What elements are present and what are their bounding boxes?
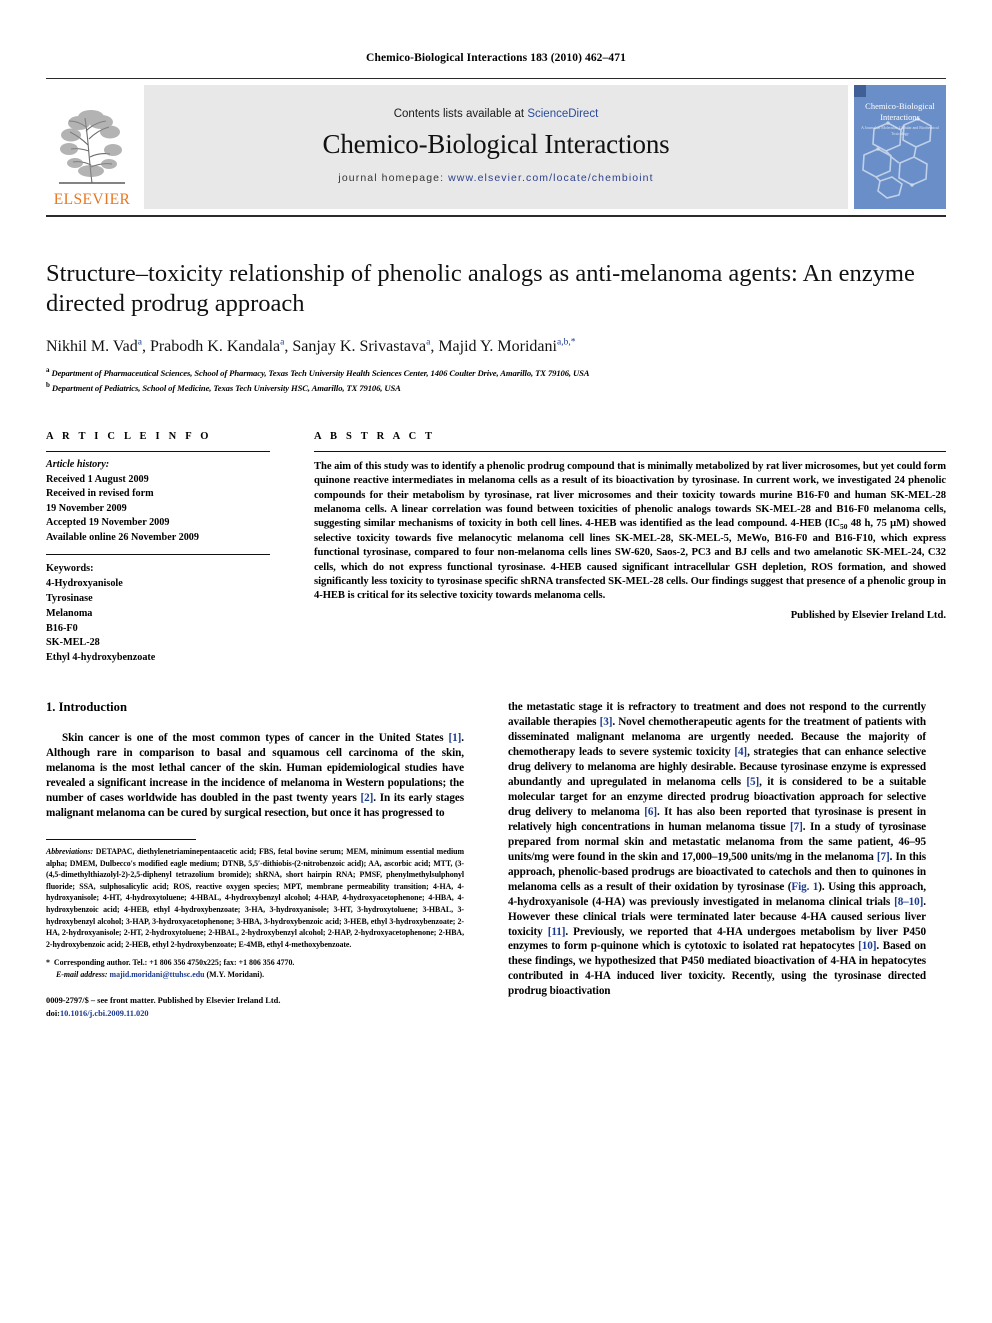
corr-asterisk: *: [46, 958, 50, 968]
footnote-rule: [46, 838, 196, 840]
body-region: 1. Introduction Skin cancer is one of th…: [46, 700, 946, 1020]
abbreviations-note: Abbreviations: DETAPAC, diethylenetriami…: [46, 846, 464, 950]
email-label: E-mail address:: [56, 970, 108, 980]
masthead-bottom-rule: [46, 215, 946, 217]
info-abstract-region: A R T I C L E I N F O Article history: R…: [46, 431, 946, 666]
contents-available-line: Contents lists available at ScienceDirec…: [394, 108, 599, 120]
corresponding-author-note: * Corresponding author. Tel.: +1 806 356…: [46, 957, 464, 981]
keyword-item: Ethyl 4-hydroxybenzoate: [46, 652, 156, 664]
article-history-block: Article history: Received 1 August 2009 …: [46, 452, 270, 554]
citation-3[interactable]: [3]: [600, 716, 613, 728]
keyword-item: SK-MEL-28: [46, 637, 100, 649]
abstract-column: A B S T R A C T The aim of this study wa…: [292, 431, 946, 666]
doi-link[interactable]: 10.1016/j.cbi.2009.11.020: [60, 1009, 149, 1018]
page-title: Structure–toxicity relationship of pheno…: [46, 260, 915, 318]
section-heading-introduction: 1. Introduction: [46, 700, 127, 715]
keyword-item: 4-Hydroxyanisole: [46, 577, 123, 589]
footnotes-region: Abbreviations: DETAPAC, diethylenetriami…: [46, 838, 464, 1020]
author-list: Nikhil M. Vada, Prabodh K. Kandalaa, San…: [46, 337, 946, 355]
elsevier-tree-icon: [55, 104, 129, 191]
affiliation-a: a Department of Pharmaceutical Sciences,…: [46, 365, 590, 378]
abbreviations-label: Abbreviations:: [46, 846, 94, 856]
affiliation-b: b Department of Pediatrics, School of Me…: [46, 381, 401, 394]
body-right-column: the metastatic stage it is refractory to…: [486, 700, 926, 1020]
email-suffix: (M.Y. Moridani).: [204, 970, 265, 980]
imprint-block: 0009-2797/$ – see front matter. Publishe…: [46, 995, 464, 1020]
article-info-column: A R T I C L E I N F O Article history: R…: [46, 431, 292, 666]
keyword-item: Melanoma: [46, 607, 93, 619]
keywords-block: Keywords: 4-Hydroxyanisole Tyrosinase Me…: [46, 555, 270, 666]
history-item: Received 1 August 2009: [46, 473, 149, 485]
issn-frontmatter: 0009-2797/$ – see front matter. Publishe…: [46, 996, 281, 1006]
running-head: Chemico-Biological Interactions 183 (201…: [366, 52, 626, 64]
article-info-heading: A R T I C L E I N F O: [46, 431, 212, 443]
sciencedirect-link[interactable]: ScienceDirect: [527, 108, 598, 120]
intro-paragraph-left: Skin cancer is one of the most common ty…: [46, 731, 464, 821]
keyword-item: Tyrosinase: [46, 592, 93, 604]
figure-1-link[interactable]: Fig. 1: [791, 881, 818, 893]
body-left-column: 1. Introduction Skin cancer is one of th…: [46, 700, 486, 1020]
citation-6[interactable]: [6]: [644, 806, 657, 818]
elsevier-logo: ELSEVIER: [46, 85, 138, 209]
cover-title-line1: Chemico-Biological: [865, 102, 935, 111]
journal-cover-thumbnail: Chemico-Biological Interactions A Journa…: [854, 85, 946, 209]
elsevier-wordmark: ELSEVIER: [53, 190, 131, 208]
cover-title-line2: Interactions: [880, 113, 920, 122]
journal-title: Chemico-Biological Interactions: [322, 129, 670, 159]
abstract-text: The aim of this study was to identify a …: [314, 452, 946, 603]
doi-line: doi:10.1016/j.cbi.2009.11.020: [46, 1008, 464, 1021]
history-item: Available online 26 November 2009: [46, 531, 199, 543]
abbreviations-text: DETAPAC, diethylenetriaminepentaacetic a…: [46, 846, 464, 949]
journal-homepage-line: journal homepage: www.elsevier.com/locat…: [338, 172, 653, 184]
abstract-part2: 48 h, 75 μM) showed selective toxicity t…: [314, 518, 947, 602]
keywords-label: Keywords:: [46, 562, 94, 574]
journal-band: Contents lists available at ScienceDirec…: [144, 85, 848, 209]
keyword-item: B16-F0: [46, 622, 78, 634]
paper-page: Chemico-Biological Interactions 183 (201…: [0, 0, 992, 1323]
abstract-published-by: Published by Elsevier Ireland Ltd.: [790, 610, 946, 622]
contents-prefix: Contents lists available at: [393, 108, 528, 120]
affiliation-a-text: Department of Pharmaceutical Sciences, S…: [51, 367, 590, 378]
citation-8-10[interactable]: [8–10]: [894, 896, 923, 908]
citation-4[interactable]: [4]: [734, 746, 747, 758]
citation-2[interactable]: [2]: [361, 792, 374, 804]
citation-10[interactable]: [10]: [858, 940, 876, 952]
journal-masthead: ELSEVIER Contents lists available at Sci…: [46, 78, 946, 209]
history-item: Received in revised form: [46, 488, 154, 500]
abstract-heading: A B S T R A C T: [314, 431, 436, 443]
cover-subtitle: A Journal of Molecular, Cellular and Bio…: [861, 126, 939, 136]
history-item: 19 November 2009: [46, 502, 127, 514]
affiliation-b-text: Department of Pediatrics, School of Medi…: [51, 383, 401, 394]
citation-7[interactable]: [7]: [790, 821, 803, 833]
authors-text: Nikhil M. Vada, Prabodh K. Kandalaa, San…: [46, 337, 576, 355]
article-history-label: Article history:: [46, 459, 110, 471]
email-link[interactable]: majid.moridani@ttuhsc.edu: [110, 970, 205, 979]
history-item: Accepted 19 November 2009: [46, 517, 170, 529]
citation-7b[interactable]: [7]: [877, 851, 890, 863]
intro-left-a: Skin cancer is one of the most common ty…: [62, 732, 449, 745]
doi-label: doi:: [46, 1008, 60, 1018]
intro-paragraph-right: the metastatic stage it is refractory to…: [508, 700, 926, 999]
citation-5[interactable]: [5]: [746, 776, 759, 788]
citation-1[interactable]: [1]: [449, 732, 462, 744]
homepage-url-link[interactable]: www.elsevier.com/locate/chembioint: [448, 172, 653, 184]
citation-11[interactable]: [11]: [548, 926, 566, 938]
corr-text: Corresponding author. Tel.: +1 806 356 4…: [53, 958, 295, 968]
homepage-prefix: journal homepage:: [338, 172, 449, 184]
